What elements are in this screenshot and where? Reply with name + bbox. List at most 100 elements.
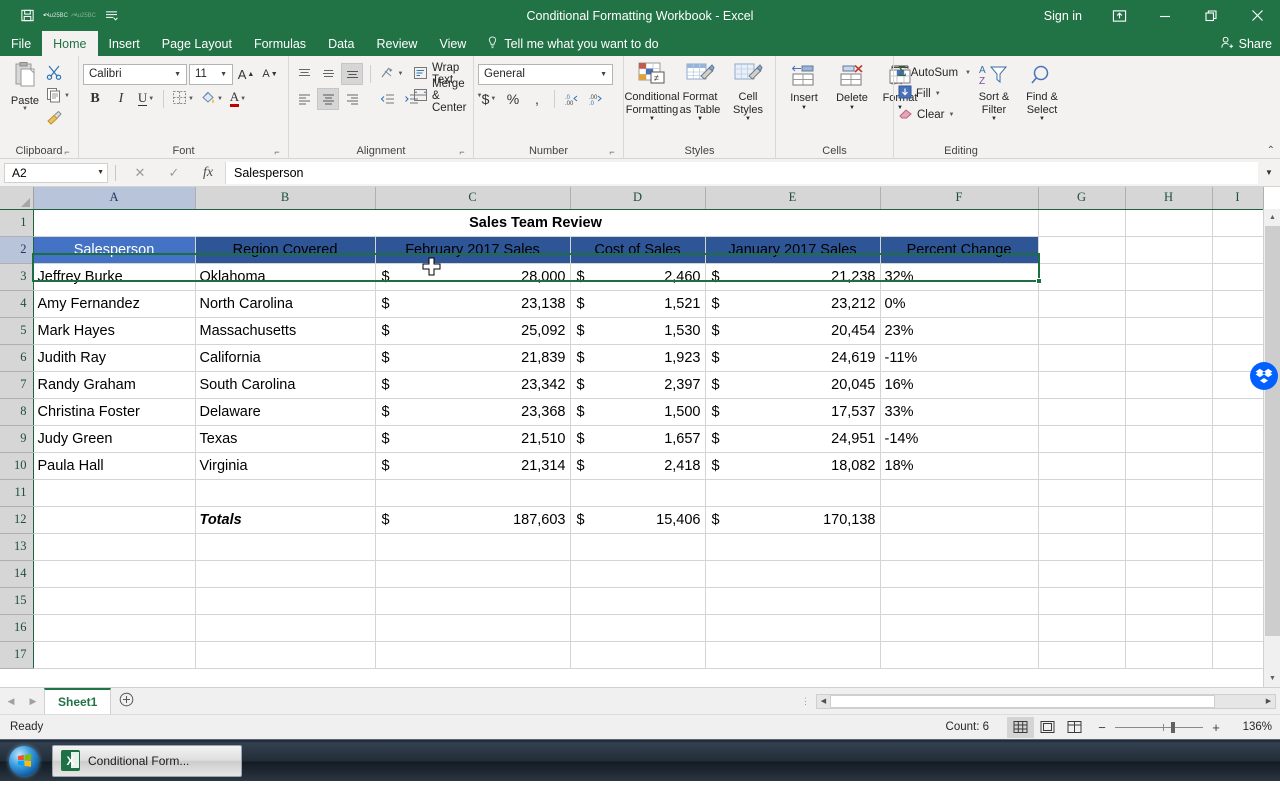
tab-review[interactable]: Review: [365, 31, 428, 56]
align-middle-button[interactable]: [317, 63, 339, 85]
cell-C2-february-header[interactable]: February 2017 Sales: [375, 236, 570, 263]
cell-F2-percent-header[interactable]: Percent Change: [880, 236, 1038, 263]
cell-B13[interactable]: [195, 533, 375, 560]
row-header-2[interactable]: 2: [0, 236, 33, 263]
cell-D15[interactable]: [570, 587, 705, 614]
delete-cells-button[interactable]: Delete ▼: [828, 61, 876, 111]
cell-G12[interactable]: [1038, 506, 1125, 533]
normal-view-button[interactable]: [1007, 717, 1034, 738]
cell-E11[interactable]: [705, 479, 880, 506]
cell-G4[interactable]: [1038, 290, 1125, 317]
cell-H9[interactable]: [1125, 425, 1212, 452]
name-box[interactable]: A2 ▼: [4, 163, 108, 183]
conditional-formatting-chevron-down-icon[interactable]: ▼: [649, 116, 655, 123]
cell-B12-totals-label[interactable]: Totals: [195, 506, 375, 533]
cell-C16[interactable]: [375, 614, 570, 641]
cell-title[interactable]: Sales Team Review: [33, 209, 1038, 236]
cell-F8[interactable]: 33%: [880, 398, 1038, 425]
align-center-button[interactable]: [317, 88, 339, 110]
column-header-I[interactable]: I: [1212, 187, 1263, 209]
sort-filter-chevron-down-icon[interactable]: ▼: [991, 116, 997, 123]
cell-H1[interactable]: [1125, 209, 1212, 236]
row-header-16[interactable]: 16: [0, 614, 33, 641]
cell-D12-totals-cost[interactable]: $15,406: [570, 506, 705, 533]
share-button[interactable]: Share: [1220, 31, 1272, 56]
cell-G1[interactable]: [1038, 209, 1125, 236]
cell-E5[interactable]: $20,454: [705, 317, 880, 344]
cell-C5[interactable]: $25,092: [375, 317, 570, 344]
cell-B9[interactable]: Texas: [195, 425, 375, 452]
cell-F15[interactable]: [880, 587, 1038, 614]
next-sheet-arrow-icon[interactable]: ▶: [22, 696, 44, 707]
cell-G9[interactable]: [1038, 425, 1125, 452]
decrease-font-size-button[interactable]: A▼: [259, 63, 281, 85]
tab-view[interactable]: View: [428, 31, 477, 56]
italic-button[interactable]: I: [109, 88, 133, 110]
cell-D13[interactable]: [570, 533, 705, 560]
cell-A13[interactable]: [33, 533, 195, 560]
zoom-thumb[interactable]: [1171, 722, 1175, 733]
cell-B14[interactable]: [195, 560, 375, 587]
clear-button[interactable]: Clear ▼: [898, 104, 970, 125]
cell-I3[interactable]: [1212, 263, 1263, 290]
underline-button[interactable]: U▼: [135, 88, 157, 110]
copy-chevron-down-icon[interactable]: ▼: [64, 93, 70, 99]
cell-F16[interactable]: [880, 614, 1038, 641]
row-header-17[interactable]: 17: [0, 641, 33, 668]
tab-file[interactable]: File: [0, 31, 42, 56]
cell-C6[interactable]: $21,839: [375, 344, 570, 371]
cell-E7[interactable]: $20,045: [705, 371, 880, 398]
cell-I12[interactable]: [1212, 506, 1263, 533]
percent-style-button[interactable]: %: [502, 88, 524, 110]
column-header-C[interactable]: C: [375, 187, 570, 209]
tell-me-search[interactable]: Tell me what you want to do: [477, 31, 668, 56]
fill-color-button[interactable]: ▼: [198, 88, 225, 110]
horizontal-scroll-thumb[interactable]: [830, 695, 1215, 708]
comma-style-button[interactable]: ,: [526, 88, 548, 110]
column-header-B[interactable]: B: [195, 187, 375, 209]
decrease-decimal-button[interactable]: .00.0: [585, 88, 607, 110]
minimize-button[interactable]: [1142, 0, 1188, 31]
cell-F3[interactable]: 32%: [880, 263, 1038, 290]
cell-E10[interactable]: $18,082: [705, 452, 880, 479]
cell-E2-january-header[interactable]: January 2017 Sales: [705, 236, 880, 263]
cell-H6[interactable]: [1125, 344, 1212, 371]
row-header-10[interactable]: 10: [0, 452, 33, 479]
row-header-1[interactable]: 1: [0, 209, 33, 236]
decrease-indent-button[interactable]: [377, 88, 399, 110]
vertical-scroll-thumb[interactable]: [1265, 226, 1280, 636]
tab-insert[interactable]: Insert: [98, 31, 151, 56]
font-color-button[interactable]: A▼: [227, 88, 249, 110]
tab-page-layout[interactable]: Page Layout: [151, 31, 243, 56]
cell-A3[interactable]: Jeffrey Burke: [33, 263, 195, 290]
scrollbar-grip[interactable]: ⋮: [795, 696, 816, 707]
cell-A8[interactable]: Christina Foster: [33, 398, 195, 425]
cell-B15[interactable]: [195, 587, 375, 614]
column-header-H[interactable]: H: [1125, 187, 1212, 209]
cell-E9[interactable]: $24,951: [705, 425, 880, 452]
clear-chevron-down-icon[interactable]: ▼: [948, 112, 954, 118]
cell-I17[interactable]: [1212, 641, 1263, 668]
row-header-12[interactable]: 12: [0, 506, 33, 533]
cell-F7[interactable]: 16%: [880, 371, 1038, 398]
cell-D11[interactable]: [570, 479, 705, 506]
insert-chevron-down-icon[interactable]: ▼: [801, 105, 807, 112]
cell-D6[interactable]: $1,923: [570, 344, 705, 371]
row-header-5[interactable]: 5: [0, 317, 33, 344]
row-header-14[interactable]: 14: [0, 560, 33, 587]
collapse-ribbon-button[interactable]: ⌃: [1267, 145, 1275, 156]
fill-handle[interactable]: [1036, 278, 1042, 284]
sort-filter-button[interactable]: A Z Sort & Filter▼: [970, 62, 1018, 123]
cell-G17[interactable]: [1038, 641, 1125, 668]
increase-decimal-button[interactable]: .0.00: [561, 88, 583, 110]
cell-C17[interactable]: [375, 641, 570, 668]
cell-I1[interactable]: [1212, 209, 1263, 236]
scroll-up-arrow-icon[interactable]: ▲: [1264, 209, 1280, 226]
cell-A6[interactable]: Judith Ray: [33, 344, 195, 371]
cell-I5[interactable]: [1212, 317, 1263, 344]
cell-F13[interactable]: [880, 533, 1038, 560]
save-icon[interactable]: [14, 5, 40, 27]
find-select-button[interactable]: Find & Select▼: [1018, 62, 1066, 123]
row-header-11[interactable]: 11: [0, 479, 33, 506]
cell-D7[interactable]: $2,397: [570, 371, 705, 398]
